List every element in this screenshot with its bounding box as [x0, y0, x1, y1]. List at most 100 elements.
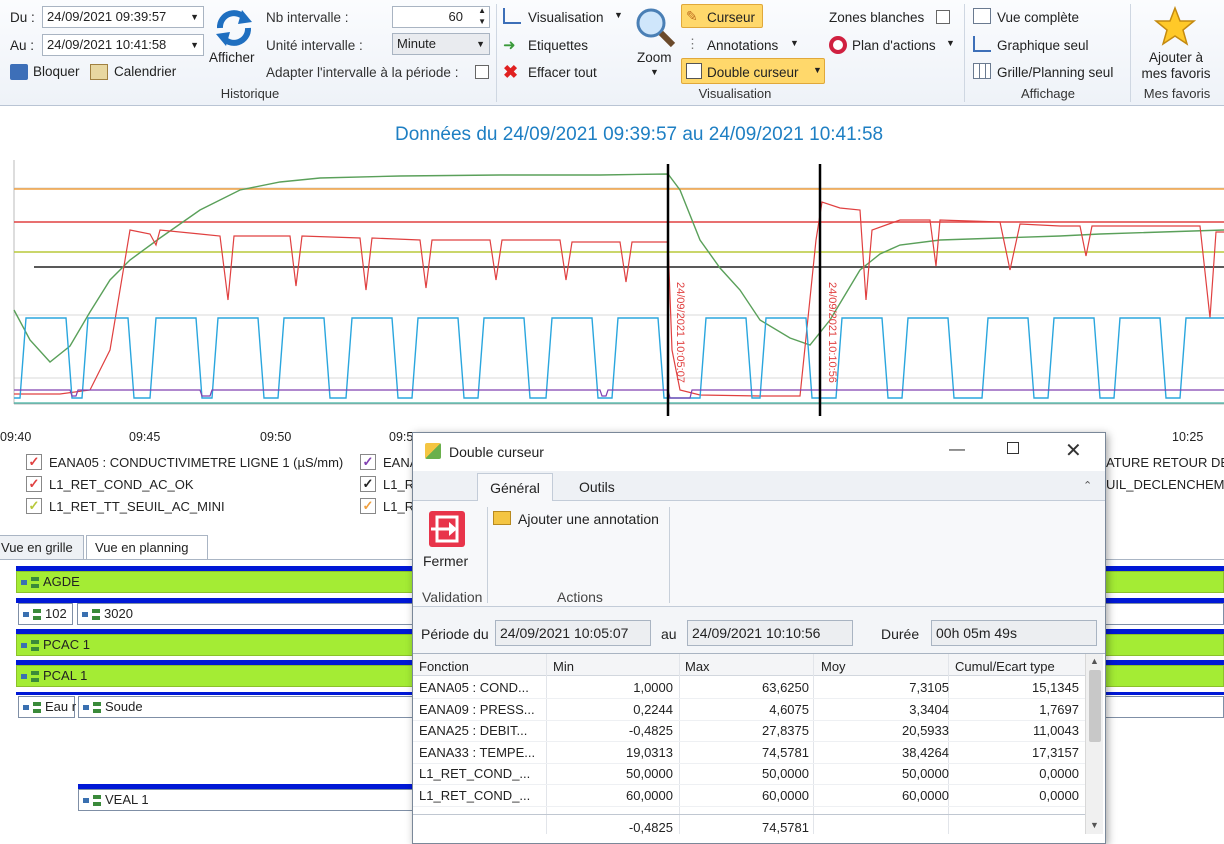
plan-actions-button[interactable]: Plan d'actions — [852, 38, 936, 53]
legend-checkbox[interactable]: ✓ — [26, 454, 42, 470]
planning-bar-eau[interactable]: Eau r — [18, 696, 76, 718]
etiquettes-button[interactable]: Etiquettes — [528, 38, 588, 53]
collapse-ribbon-icon[interactable]: ⌃ — [1083, 479, 1092, 492]
vertical-scrollbar[interactable]: ▲ ▼ — [1085, 654, 1103, 834]
header-max[interactable]: Max — [685, 659, 710, 674]
grid-icon — [973, 63, 991, 79]
visualisation-button[interactable]: Visualisation — [528, 10, 604, 25]
bloquer-button[interactable]: Bloquer — [33, 64, 80, 79]
group-actions: Actions — [557, 589, 603, 605]
stats-table: Fonction Min Max Moy Cumul/Ecart type EA… — [413, 653, 1105, 843]
close-button[interactable]: ✕ — [1065, 438, 1082, 463]
cell-value: 60,0000 — [762, 787, 809, 803]
cell-value: 20,5933 — [902, 723, 949, 738]
target-icon — [829, 36, 847, 54]
cell-value: 63,6250 — [762, 680, 809, 695]
scroll-up-icon[interactable]: ▲ — [1090, 656, 1099, 666]
au-date-field[interactable]: 24/09/2021 10:41:58 ▼ — [42, 34, 204, 56]
adapter-label: Adapter l'intervalle à la période : — [266, 65, 459, 80]
legend-label: L1_R — [383, 477, 415, 492]
planning-label: AGDE — [43, 574, 80, 589]
cell-value: 11,0043 — [1032, 723, 1079, 738]
chevron-down-icon[interactable]: ▼ — [946, 38, 955, 48]
scroll-down-icon[interactable]: ▼ — [1090, 820, 1099, 830]
zoom-icon[interactable] — [634, 6, 676, 48]
adapter-checkbox[interactable] — [475, 65, 489, 79]
planning-label: PCAC 1 — [43, 637, 90, 652]
cell-fonction: L1_RET_COND_... — [419, 787, 531, 803]
header-moy[interactable]: Moy — [821, 659, 846, 674]
calendrier-button[interactable]: Calendrier — [114, 64, 176, 79]
graphique-seul-button[interactable]: Graphique seul — [997, 38, 1089, 53]
planning-bar-102[interactable]: 102 — [18, 603, 73, 625]
legend-checkbox[interactable]: ✓ — [26, 498, 42, 514]
lock-icon — [10, 64, 28, 80]
scrollbar-thumb[interactable] — [1089, 670, 1101, 742]
legend-label: L1_RET_COND_AC_OK — [49, 477, 194, 492]
header-cumul[interactable]: Cumul/Ecart type — [955, 659, 1055, 674]
cell-value: 27,8375 — [762, 723, 809, 738]
trend-chart[interactable] — [0, 150, 1224, 430]
cell-fonction: L1_RET_COND_... — [419, 766, 531, 781]
line-chart-icon — [503, 8, 521, 24]
cell-value: 15,1345 — [1032, 680, 1079, 695]
x-tick: 09:50 — [260, 430, 292, 444]
fermer-button[interactable]: Fermer — [423, 553, 468, 569]
annotations-button[interactable]: Annotations — [707, 38, 778, 53]
planning-bar-veal[interactable]: VEAL 1 — [78, 789, 414, 811]
du-date-field[interactable]: 24/09/2021 09:39:57 ▼ — [42, 6, 204, 28]
dialog-titlebar[interactable]: Double curseur — ✕ — [413, 433, 1105, 471]
chevron-down-icon[interactable]: ▼ — [190, 7, 199, 27]
legend-label: ATURE RETOUR DE L — [1106, 455, 1224, 470]
cell-value: 60,0000 — [626, 787, 673, 803]
tab-vue-grille[interactable]: Vue en grille — [0, 535, 84, 560]
cursor-icon: ✎ — [686, 8, 698, 24]
effacer-tout-button[interactable]: Effacer tout — [528, 65, 597, 80]
dialog-ribbon — [413, 501, 1105, 607]
header-min[interactable]: Min — [553, 659, 574, 674]
planning-label: Soude — [105, 699, 143, 714]
separator — [669, 507, 670, 603]
tab-outils[interactable]: Outils — [579, 479, 615, 495]
chevron-down-icon[interactable]: ▼ — [614, 10, 623, 20]
vue-complete-button[interactable]: Vue complète — [997, 10, 1079, 25]
chevron-down-icon[interactable]: ▼ — [813, 65, 822, 75]
zoom-button[interactable]: Zoom — [637, 50, 672, 65]
star-icon[interactable] — [1154, 6, 1196, 48]
tab-general[interactable]: Général — [477, 473, 553, 502]
legend-label: L1_RET_TT_SEUIL_AC_MINI — [49, 499, 225, 514]
cell-value: 38,4264 — [902, 744, 949, 760]
x-tick: 10:25 — [1172, 430, 1204, 444]
legend-checkbox[interactable]: ✓ — [360, 454, 376, 470]
zones-blanches-checkbox[interactable] — [936, 10, 950, 24]
afficher-button[interactable]: Afficher — [209, 50, 255, 65]
cell-value: -0,4825 — [628, 723, 673, 738]
unite-select[interactable]: Minute ▼ — [392, 33, 490, 55]
spinner-icon[interactable]: ▲ ▼ — [478, 5, 486, 27]
nb-intervalle-input[interactable]: 60 ▲ ▼ — [392, 6, 490, 28]
separator — [1130, 4, 1131, 102]
legend-label: UIL_DECLENCHEMEN — [1106, 477, 1224, 492]
cell-value: 0,0000 — [1039, 766, 1079, 781]
grille-planning-button[interactable]: Grille/Planning seul — [997, 65, 1113, 80]
ajouter-favoris-button[interactable]: Ajouter à mes favoris — [1136, 50, 1216, 82]
legend-checkbox[interactable]: ✓ — [360, 498, 376, 514]
refresh-icon[interactable] — [212, 6, 256, 50]
planning-label: 102 — [45, 606, 67, 621]
chevron-down-icon[interactable]: ▼ — [476, 34, 485, 54]
footer-max: 74,5781 — [762, 820, 809, 835]
cell-fonction: EANA05 : COND... — [419, 680, 529, 695]
minimize-button[interactable]: — — [949, 441, 965, 459]
tab-vue-planning[interactable]: Vue en planning — [86, 535, 208, 560]
exit-icon[interactable] — [427, 509, 467, 549]
legend-checkbox[interactable]: ✓ — [26, 476, 42, 492]
chevron-down-icon[interactable]: ▼ — [790, 38, 799, 48]
maximize-button[interactable] — [1007, 442, 1019, 454]
ajouter-annotation-button[interactable]: Ajouter une annotation — [518, 511, 659, 527]
series-blue — [14, 317, 1224, 399]
chevron-down-icon[interactable]: ▼ — [650, 67, 659, 77]
double-cursor-icon — [686, 63, 702, 79]
chevron-down-icon[interactable]: ▼ — [190, 35, 199, 55]
legend-checkbox[interactable]: ✓ — [360, 476, 376, 492]
header-fonction[interactable]: Fonction — [419, 659, 469, 674]
